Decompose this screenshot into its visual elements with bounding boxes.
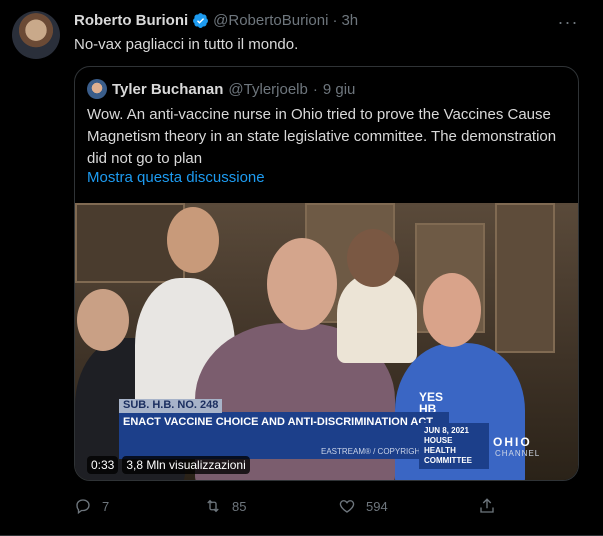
heart-icon	[339, 500, 355, 513]
quoted-author-avatar[interactable]	[87, 79, 107, 99]
video-duration: 0:33	[87, 456, 119, 474]
reply-button[interactable]: 7	[74, 497, 109, 515]
share-button[interactable]	[478, 497, 496, 515]
quoted-date[interactable]: 9 giu	[323, 81, 356, 98]
reply-count: 7	[102, 498, 110, 514]
retweet-count: 85	[232, 498, 247, 514]
committee-label-1: HOUSE	[424, 436, 453, 445]
date-label: JUN 8, 2021	[424, 426, 469, 435]
author-avatar[interactable]	[12, 11, 60, 59]
video-views: 3,8 Mln visualizzazioni	[122, 456, 250, 474]
quoted-tweet[interactable]: Tyler Buchanan @Tylerjoelb · 9 giu Wow. …	[74, 66, 579, 481]
retweet-icon	[207, 499, 219, 513]
tweet-actions: 7 85 594	[74, 497, 494, 523]
channel-logo-sub: CHANNEL	[495, 449, 541, 458]
show-thread-link[interactable]: Mostra questa discussione	[87, 169, 265, 186]
tweet-text: No-vax pagliacci in tutto il mondo.	[74, 36, 299, 53]
person-blue-shirt-head	[423, 273, 481, 347]
caption-bar: SUB. H.B. NO. 248 ENACT VACCINE CHOICE A…	[119, 399, 449, 459]
caption-bill-title: ENACT VACCINE CHOICE AND ANTI-DISCRIMINA…	[123, 416, 434, 428]
like-button[interactable]: 594	[338, 497, 388, 515]
quoted-header: Tyler Buchanan @Tylerjoelb · 9 giu	[87, 79, 355, 99]
channel-logo: OHIO	[493, 435, 532, 449]
author-name[interactable]: Roberto Burioni	[74, 12, 188, 29]
person-left-head	[77, 289, 129, 351]
video-player[interactable]: YES HB SUB. H.B. NO. 248 ENACT VACCINE C…	[75, 203, 578, 480]
quoted-separator: ·	[312, 80, 318, 98]
date-box: JUN 8, 2021 HOUSE HEALTH COMMITTEE	[419, 423, 489, 469]
verified-badge-icon	[193, 13, 209, 28]
reply-icon	[76, 499, 90, 515]
wall-panel	[495, 203, 555, 353]
like-count: 594	[366, 498, 388, 514]
person-white-shirt-head	[167, 207, 219, 273]
tweet-header: Roberto Burioni @RobertoBurioni · 3h	[74, 12, 358, 29]
author-handle[interactable]: @RobertoBurioni	[213, 12, 328, 29]
tweet[interactable]: Roberto Burioni @RobertoBurioni · 3h ···…	[0, 0, 603, 536]
retweet-button[interactable]: 85	[204, 497, 246, 515]
person-back-right-head	[347, 229, 399, 287]
share-icon	[480, 498, 494, 513]
quoted-author-handle[interactable]: @Tylerjoelb	[228, 81, 307, 98]
person-speaker-head	[267, 238, 337, 330]
tweet-time[interactable]: 3h	[341, 12, 358, 29]
committee-label-3: COMMITTEE	[424, 456, 472, 465]
committee-label-2: HEALTH	[424, 446, 456, 455]
video-badges: 0:33 3,8 Mln visualizzazioni	[87, 456, 250, 474]
header-separator: ·	[332, 12, 338, 29]
quoted-author-name[interactable]: Tyler Buchanan	[112, 81, 223, 98]
quoted-text: Wow. An anti-vaccine nurse in Ohio tried…	[87, 106, 557, 167]
more-options-icon[interactable]: ···	[555, 12, 581, 32]
caption-bill-number: SUB. H.B. NO. 248	[119, 399, 223, 413]
